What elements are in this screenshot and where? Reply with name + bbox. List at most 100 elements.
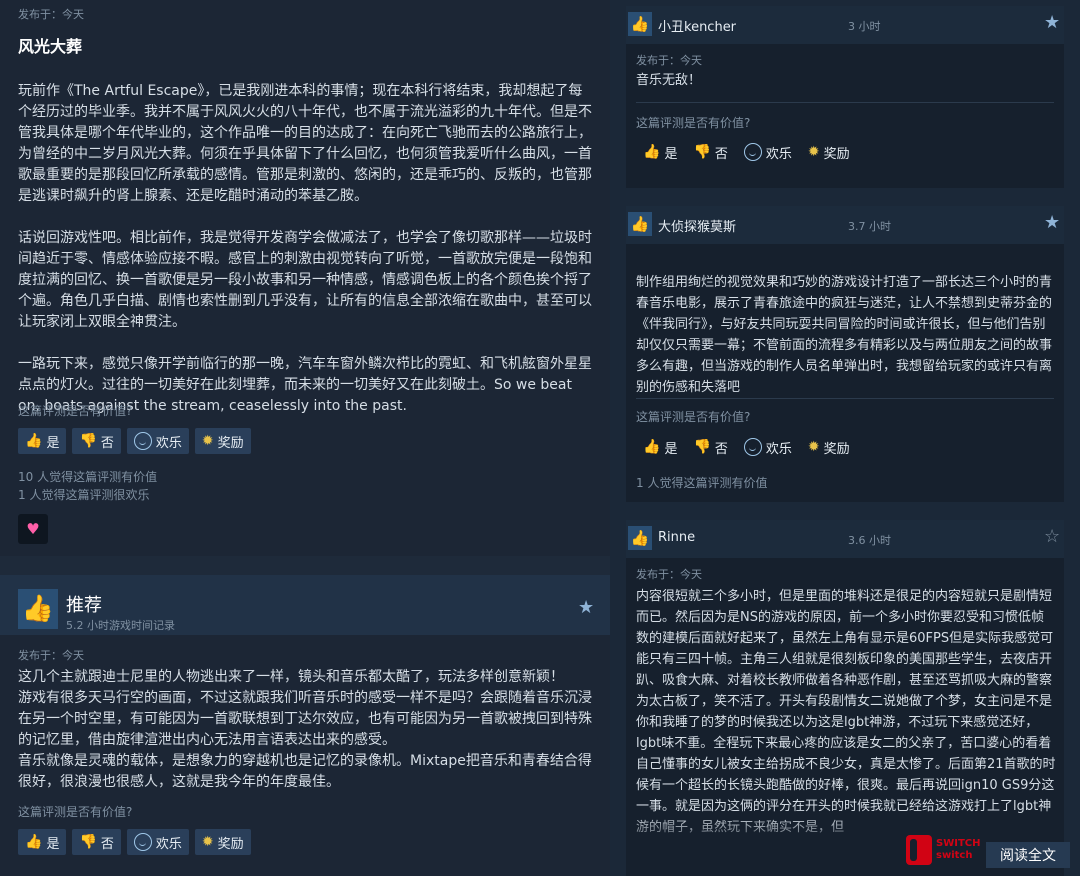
review-header: 👍 小丑kencher 3 小时 ★ [626,6,1064,44]
review-card-1: 发布于：今天 风光大葬 玩前作《The Artful Escape》，已是我刚进… [0,0,610,556]
recommendation-label: 推荐 [66,595,102,616]
playtime: 3.7 小时 [848,220,891,233]
vote-no-label: 否 [100,435,114,451]
heart-hands-icon: ♥ [26,520,40,538]
vote-yes-button[interactable]: 👍 是 [18,829,67,855]
posted-date: 发布于：今天 [636,568,702,581]
review-body: 内容很短就三个多小时，但是里面的堆料还是很足的内容短就只是剧情短而已。然后因为是… [636,589,1056,835]
vote-no-label: 否 [714,146,728,162]
thumbs-down-icon: 👎 [79,834,97,850]
helpful-count: 10 人觉得这篇评测有价值 [18,470,158,484]
star-icon[interactable]: ★ [1044,212,1060,233]
switch-logo-icon [906,835,932,865]
helpful-question: 这篇评测是否有价值? [636,116,751,130]
helpful-question: 这篇评测是否有价值? [636,410,751,424]
vote-yes-button[interactable]: 👍 是 [636,139,684,165]
vote-funny-label: 欢乐 [765,441,792,457]
vote-yes-label: 是 [46,836,60,852]
award-button[interactable]: ✹ 奖励 [194,829,251,855]
award-icon: ✹ [807,144,820,160]
thumbs-up-icon: 👍 [25,834,43,850]
smiley-icon [133,833,152,851]
vote-buttons: 👍 是 👎 否 欢乐 ✹ 奖励 [636,434,857,460]
smiley-icon [133,432,152,450]
reviewer-name[interactable]: 小丑kencher [658,16,736,35]
review-card-2: 👍 推荐 5.2 小时游戏时间记录 ★ 发布于：今天 这几个主就跟迪士尼里的人物… [0,575,610,876]
smiley-icon [743,438,762,456]
review-card-r2: 👍 大侦探猴莫斯 3.7 小时 ★ 制作组用绚烂的视觉效果和巧妙的游戏设计打造了… [626,206,1064,502]
award-icon: ✹ [201,433,214,449]
reviewer-name[interactable]: Rinne [658,530,695,545]
star-icon[interactable]: ★ [578,597,594,618]
vote-no-button[interactable]: 👎 否 [686,139,734,165]
review-header: 👍 大侦探猴莫斯 3.7 小时 ★ [626,206,1064,244]
thumbs-down-icon: 👎 [693,439,711,455]
vote-buttons: 👍 是 👎 否 欢乐 ✹ 奖励 [18,829,251,855]
vote-yes-label: 是 [46,435,60,451]
vote-funny-button[interactable]: 欢乐 [737,434,799,460]
vote-funny-label: 欢乐 [765,146,792,162]
award-label: 奖励 [217,836,244,852]
review-body: 玩前作《The Artful Escape》，已是我刚进本科的事情；现在本科行将… [18,81,592,438]
vote-no-label: 否 [714,441,728,457]
vote-buttons: 👍 是 👎 否 欢乐 ✹ 奖励 [18,428,251,454]
vote-funny-button[interactable]: 欢乐 [126,428,189,454]
vote-funny-label: 欢乐 [155,836,182,852]
thumbs-up-icon: 👍 [643,439,661,455]
award-label: 奖励 [823,441,850,457]
playtime: 5.2 小时游戏时间记录 [66,619,175,632]
divider [636,102,1054,103]
vote-no-button[interactable]: 👎 否 [686,434,734,460]
review-line: 游戏有很多天马行空的画面，不过这就跟我们听音乐时的感受一样不是吗？会跟随着音乐沉… [18,690,592,748]
vote-funny-button[interactable]: 欢乐 [126,829,189,855]
watermark-line: SWITCH [936,838,981,849]
vote-yes-label: 是 [664,441,678,457]
helpful-question: 这篇评测是否有价值? [18,404,133,418]
award-icon: ✹ [201,834,214,850]
vote-funny-label: 欢乐 [155,435,182,451]
helpful-count: 1 人觉得这篇评测有价值 [636,476,768,490]
vote-no-label: 否 [100,836,114,852]
review-paragraph: 话说回游戏性吧。相比前作，我是觉得开发商学会做减法了，也学会了像切歌那样——垃圾… [18,230,592,330]
award-button[interactable]: ✹ 奖励 [801,139,857,165]
thumbs-up-icon: 👍 [628,12,652,36]
review-body: 这几个主就跟迪士尼里的人物逃出来了一样，镜头和音乐都太酷了，玩法多样创意新颖！ … [18,667,594,793]
award-label: 奖励 [823,146,850,162]
thumbs-up-icon: 👍 [628,212,652,236]
posted-date: 发布于：今天 [636,54,702,67]
award-label: 奖励 [217,435,244,451]
review-line: 音乐就像是灵魂的载体，是想象力的穿越机也是记忆的录像机。Mixtape把音乐和青… [18,753,592,790]
watermark-line: switch [936,850,973,861]
vote-yes-button[interactable]: 👍 是 [636,434,684,460]
watermark-text: SWITCH switch [936,838,980,862]
recommended-thumbs-up-icon: 👍 [18,589,58,629]
star-icon[interactable]: ★ [1044,12,1060,33]
star-outline-icon[interactable]: ☆ [1044,526,1060,547]
vote-funny-button[interactable]: 欢乐 [737,139,799,165]
award-icon: ✹ [807,439,820,455]
thumbs-up-icon: 👍 [25,433,43,449]
left-column: 发布于：今天 风光大葬 玩前作《The Artful Escape》，已是我刚进… [0,0,610,876]
thumbs-down-icon: 👎 [79,433,97,449]
review-body: 音乐无敌！ [636,73,702,88]
received-award-badge[interactable]: ♥ [18,514,48,544]
vote-no-button[interactable]: 👎 否 [72,829,121,855]
vote-yes-label: 是 [664,146,678,162]
read-more-button[interactable]: 阅读全文 [986,842,1070,868]
reviewer-name[interactable]: 大侦探猴莫斯 [658,216,736,235]
playtime: 3.6 小时 [848,534,891,547]
vote-yes-button[interactable]: 👍 是 [18,428,67,454]
review-body: 制作组用绚烂的视觉效果和巧妙的游戏设计打造了一部长达三个小时的青春音乐电影，展示… [636,275,1053,395]
vote-no-button[interactable]: 👎 否 [72,428,121,454]
review-stats: 10 人觉得这篇评测有价值 1 人觉得这篇评测很欢乐 [18,468,157,504]
review-header: 👍 推荐 5.2 小时游戏时间记录 ★ [0,575,610,635]
posted-date: 发布于：今天 [18,8,84,21]
helpful-question: 这篇评测是否有价值? [18,805,133,819]
vote-buttons: 👍 是 👎 否 欢乐 ✹ 奖励 [636,139,857,165]
review-header: 👍 Rinne 3.6 小时 ☆ [626,520,1064,558]
award-button[interactable]: ✹ 奖励 [801,434,857,460]
thumbs-down-icon: 👎 [693,144,711,160]
posted-date: 发布于：今天 [18,649,84,662]
award-button[interactable]: ✹ 奖励 [194,428,251,454]
smiley-icon [743,143,762,161]
